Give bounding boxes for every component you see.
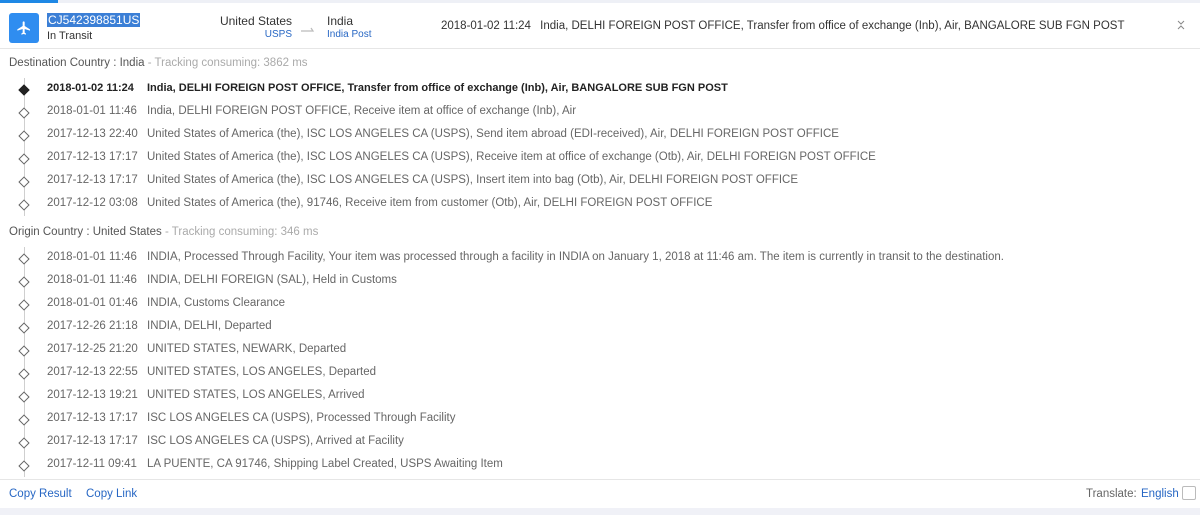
event-row: 2017-12-13 17:17 United States of America… [0,147,1200,170]
timeline-diamond-icon [18,107,30,119]
timeline-diamond-icon [18,414,30,426]
translate-checkbox[interactable] [1182,486,1196,500]
timeline-diamond-icon [18,391,30,403]
event-row: 2017-12-13 17:17 United States of America… [0,170,1200,193]
route-arrow-icon [300,22,318,36]
event-row: 2018-01-01 11:46 India, DELHI FOREIGN POS… [0,101,1200,124]
event-time: 2018-01-01 11:46 [47,105,137,117]
event-row: 2017-12-13 17:17 ISC LOS ANGELES CA (USPS… [0,431,1200,454]
airplane-icon [9,13,39,43]
timeline-diamond-icon [18,176,30,188]
timeline-diamond-icon [18,84,30,96]
event-row: 2017-12-12 03:08 United States of America… [0,193,1200,216]
origin-section-title: Origin Country : United States - Trackin… [9,226,318,238]
latest-event: 2018-01-02 11:24 India, DELHI FOREIGN PO… [441,20,1125,32]
event-description: United States of America (the), ISC LOS … [147,151,876,163]
event-time: 2017-12-13 22:55 [47,366,138,378]
event-row: 2018-01-02 11:24 India, DELHI FOREIGN POS… [0,78,1200,101]
event-row: 2018-01-01 11:46 INDIA, DELHI FOREIGN (SA… [0,270,1200,293]
destination-tracking-time: - Tracking consuming: 3862 ms [144,57,308,69]
event-row: 2017-12-13 17:17 ISC LOS ANGELES CA (USPS… [0,408,1200,431]
event-description: INDIA, Customs Clearance [147,297,286,309]
event-description: UNITED STATES, LOS ANGELES, Arrived [147,389,365,401]
event-description: ISC LOS ANGELES CA (USPS), Arrived at Fa… [147,435,404,447]
event-description: ISC LOS ANGELES CA (USPS), Processed Thr… [147,412,456,424]
event-time: 2017-12-13 17:17 [47,412,138,424]
translate-label: Translate: [1086,488,1137,500]
timeline-diamond-icon [18,460,30,472]
translate-language[interactable]: English [1141,488,1179,500]
destination-country: India [327,14,354,28]
destination-carrier-link[interactable]: India Post [327,29,371,40]
event-time: 2017-12-13 17:17 [47,435,138,447]
timeline-diamond-icon [18,437,30,449]
latest-event-desc: India, DELHI FOREIGN POST OFFICE, Transf… [540,20,1125,32]
event-time: 2018-01-01 11:46 [47,274,137,286]
timeline-diamond-icon [18,130,30,142]
shipment-header[interactable]: CJ542398851US In Transit United States U… [0,3,1200,49]
event-row: 2017-12-13 22:55 UNITED STATES, LOS ANGEL… [0,362,1200,385]
event-description: India, DELHI FOREIGN POST OFFICE, Receiv… [147,105,577,117]
copy-result-link[interactable]: Copy Result [9,488,72,500]
timeline-diamond-icon [18,199,30,211]
event-description: INDIA, DELHI, Departed [147,320,272,332]
timeline-diamond-icon [18,299,30,311]
event-time: 2018-01-01 11:46 [47,251,137,263]
timeline-diamond-icon [18,276,30,288]
origin-carrier-link[interactable]: USPS [200,29,292,40]
copy-link-link[interactable]: Copy Link [86,488,137,500]
event-row: 2017-12-13 19:21 UNITED STATES, LOS ANGEL… [0,385,1200,408]
event-row: 2017-12-13 22:40 United States of America… [0,124,1200,147]
event-description: United States of America (the), ISC LOS … [147,128,839,140]
timeline-diamond-icon [18,253,30,265]
bottom-band [0,508,1200,515]
event-row: 2017-12-26 21:18 INDIA, DELHI, Departed [0,316,1200,339]
shipment-status: In Transit [47,30,93,42]
origin-country: United States [219,14,292,28]
tracking-number[interactable]: CJ542398851US [47,13,141,27]
event-description: UNITED STATES, NEWARK, Departed [147,343,347,355]
origin-country-label: Origin Country : United States [9,226,162,238]
latest-event-time: 2018-01-02 11:24 [441,20,531,32]
timeline-diamond-icon [18,368,30,380]
event-description: United States of America (the), ISC LOS … [147,174,799,186]
event-description: LA PUENTE, CA 91746, Shipping Label Crea… [147,458,503,470]
event-row: 2018-01-01 11:46 INDIA, Processed Through… [0,247,1200,270]
event-description: India, DELHI FOREIGN POST OFFICE, Transf… [147,82,728,94]
timeline-diamond-icon [18,153,30,165]
event-row: 2017-12-11 09:41 LA PUENTE, CA 91746, Shi… [0,454,1200,477]
footer-bar: Copy Result Copy Link Translate: English [0,479,1200,508]
event-time: 2017-12-13 17:17 [47,174,138,186]
event-time: 2018-01-01 01:46 [47,297,138,309]
event-row: 2017-12-25 21:20 UNITED STATES, NEWARK, D… [0,339,1200,362]
timeline-diamond-icon [18,322,30,334]
destination-section-title: Destination Country : India - Tracking c… [9,57,308,69]
event-time: 2017-12-26 21:18 [47,320,138,332]
event-row: 2018-01-01 01:46 INDIA, Customs Clearance [0,293,1200,316]
event-time: 2018-01-02 11:24 [47,82,134,94]
event-time: 2017-12-25 21:20 [47,343,138,355]
event-description: INDIA, DELHI FOREIGN (SAL), Held in Cust… [147,274,397,286]
event-time: 2017-12-13 19:21 [47,389,138,401]
event-time: 2017-12-11 09:41 [47,458,137,470]
event-description: UNITED STATES, LOS ANGELES, Departed [147,366,377,378]
origin-tracking-time: - Tracking consuming: 346 ms [161,226,319,238]
collapse-icon[interactable] [1177,20,1185,33]
event-time: 2017-12-13 22:40 [47,128,138,140]
event-description: INDIA, Processed Through Facility, Your … [147,251,1004,263]
timeline-diamond-icon [18,345,30,357]
event-description: United States of America (the), 91746, R… [147,197,713,209]
destination-country-label: Destination Country : India [9,57,145,69]
event-time: 2017-12-13 17:17 [47,151,138,163]
event-time: 2017-12-12 03:08 [47,197,138,209]
